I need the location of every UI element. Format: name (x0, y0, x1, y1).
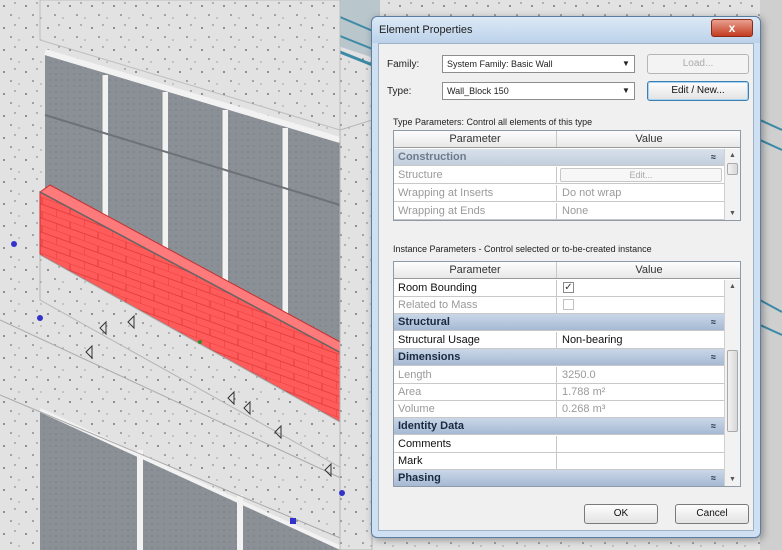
collapse-chevron-icon[interactable]: ≈ (711, 149, 716, 165)
group-label: Identity Data (398, 420, 465, 432)
value-cell: Edit... (558, 167, 724, 183)
table-row[interactable]: Area 1.788 m² (394, 384, 724, 401)
type-parameters-grid[interactable]: Parameter Value Construction ≈ Structure… (393, 130, 741, 221)
group-phasing[interactable]: Phasing ≈ (394, 470, 724, 486)
instance-parameters-caption: Instance Parameters - Control selected o… (393, 244, 652, 254)
scroll-down-icon[interactable]: ▼ (725, 473, 740, 486)
structure-edit-button[interactable]: Edit... (560, 168, 722, 182)
param-name: Structural Usage (394, 332, 557, 348)
scroll-up-icon[interactable]: ▲ (725, 280, 740, 294)
family-value: System Family: Basic Wall (447, 59, 553, 69)
param-value: 0.268 m³ (562, 403, 606, 415)
param-name: Volume (394, 401, 557, 417)
related-to-mass-checkbox (563, 299, 574, 310)
column-header-value: Value (635, 264, 663, 276)
close-icon[interactable]: x (711, 19, 753, 37)
param-name: Room Bounding (394, 280, 557, 296)
param-value[interactable]: Non-bearing (558, 332, 724, 348)
group-label: Phasing (398, 472, 441, 484)
dialog-titlebar[interactable]: Element Properties x (372, 17, 760, 43)
scroll-up-icon[interactable]: ▲ (725, 149, 740, 163)
value-cell (558, 297, 724, 313)
param-name: Structure (394, 167, 557, 183)
scroll-thumb[interactable] (727, 163, 738, 175)
table-row[interactable]: Related to Mass (394, 297, 724, 314)
column-header-value: Value (635, 133, 663, 145)
group-label: Dimensions (398, 351, 461, 363)
table-row[interactable]: Wrapping at Ends None (394, 203, 724, 220)
table-row[interactable]: Structural Usage Non-bearing (394, 332, 724, 349)
group-label: Structural (398, 316, 450, 328)
ok-button[interactable]: OK (584, 504, 658, 524)
group-structural[interactable]: Structural ≈ (394, 314, 724, 331)
column-header-parameter: Parameter (394, 131, 557, 147)
group-construction[interactable]: Construction ≈ (394, 149, 724, 166)
dropdown-arrow-icon: ▼ (618, 83, 634, 99)
dialog-title: Element Properties (379, 24, 473, 36)
collapse-chevron-icon[interactable]: ≈ (711, 314, 716, 330)
load-button[interactable]: Load... (647, 54, 749, 74)
table-row[interactable]: Structure Edit... (394, 167, 724, 184)
type-grid-header: Parameter Value (394, 131, 740, 148)
comments-field[interactable] (558, 436, 724, 452)
param-name: Mark (394, 453, 557, 469)
group-identity-data[interactable]: Identity Data ≈ (394, 418, 724, 435)
scroll-thumb[interactable] (727, 350, 738, 432)
instance-grid-header: Parameter Value (394, 262, 740, 279)
param-name: Wrapping at Inserts (394, 185, 557, 201)
param-value[interactable]: Do not wrap (558, 185, 724, 201)
param-value[interactable]: None (558, 203, 724, 219)
value-cell: ✓ (558, 280, 724, 296)
instance-grid-scrollbar[interactable]: ▲ ▼ (724, 280, 740, 486)
room-bounding-checkbox[interactable]: ✓ (563, 282, 574, 293)
element-properties-dialog: Element Properties x Family: System Fami… (371, 16, 761, 538)
collapse-chevron-icon[interactable]: ≈ (711, 418, 716, 434)
dialog-client-area: Family: System Family: Basic Wall ▼ Load… (378, 43, 754, 531)
param-value: 3250.0 (562, 369, 596, 381)
collapse-chevron-icon[interactable]: ≈ (711, 470, 716, 486)
type-parameters-caption: Type Parameters: Control all elements of… (393, 117, 593, 127)
table-row[interactable]: Length 3250.0 (394, 367, 724, 384)
group-label: Construction (398, 151, 467, 163)
mark-field[interactable] (558, 453, 724, 469)
param-name: Area (394, 384, 557, 400)
param-value: 1.788 m² (562, 386, 606, 398)
param-name: Comments (394, 436, 557, 452)
group-dimensions[interactable]: Dimensions ≈ (394, 349, 724, 366)
param-name: Length (394, 367, 557, 383)
table-row[interactable]: Wrapping at Inserts Do not wrap (394, 185, 724, 202)
type-grid-scrollbar[interactable]: ▲ ▼ (724, 149, 740, 220)
instance-parameters-grid[interactable]: Parameter Value Room Bounding ✓ Related … (393, 261, 741, 487)
edit-new-button[interactable]: Edit / New... (647, 81, 749, 101)
type-dropdown[interactable]: Wall_Block 150 ▼ (442, 82, 635, 100)
cancel-button[interactable]: Cancel (675, 504, 749, 524)
table-row[interactable]: Mark (394, 453, 724, 470)
column-header-parameter: Parameter (394, 262, 557, 278)
table-row[interactable]: Room Bounding ✓ (394, 280, 724, 297)
param-name: Related to Mass (394, 297, 557, 313)
scroll-down-icon[interactable]: ▼ (725, 207, 740, 220)
table-row[interactable]: Comments (394, 436, 724, 453)
collapse-chevron-icon[interactable]: ≈ (711, 349, 716, 365)
family-label: Family: (387, 59, 420, 70)
family-dropdown[interactable]: System Family: Basic Wall ▼ (442, 55, 635, 73)
param-name: Wrapping at Ends (394, 203, 557, 219)
table-row[interactable]: Volume 0.268 m³ (394, 401, 724, 418)
type-label: Type: (387, 86, 412, 97)
dropdown-arrow-icon: ▼ (618, 56, 634, 72)
type-value: Wall_Block 150 (447, 86, 509, 96)
